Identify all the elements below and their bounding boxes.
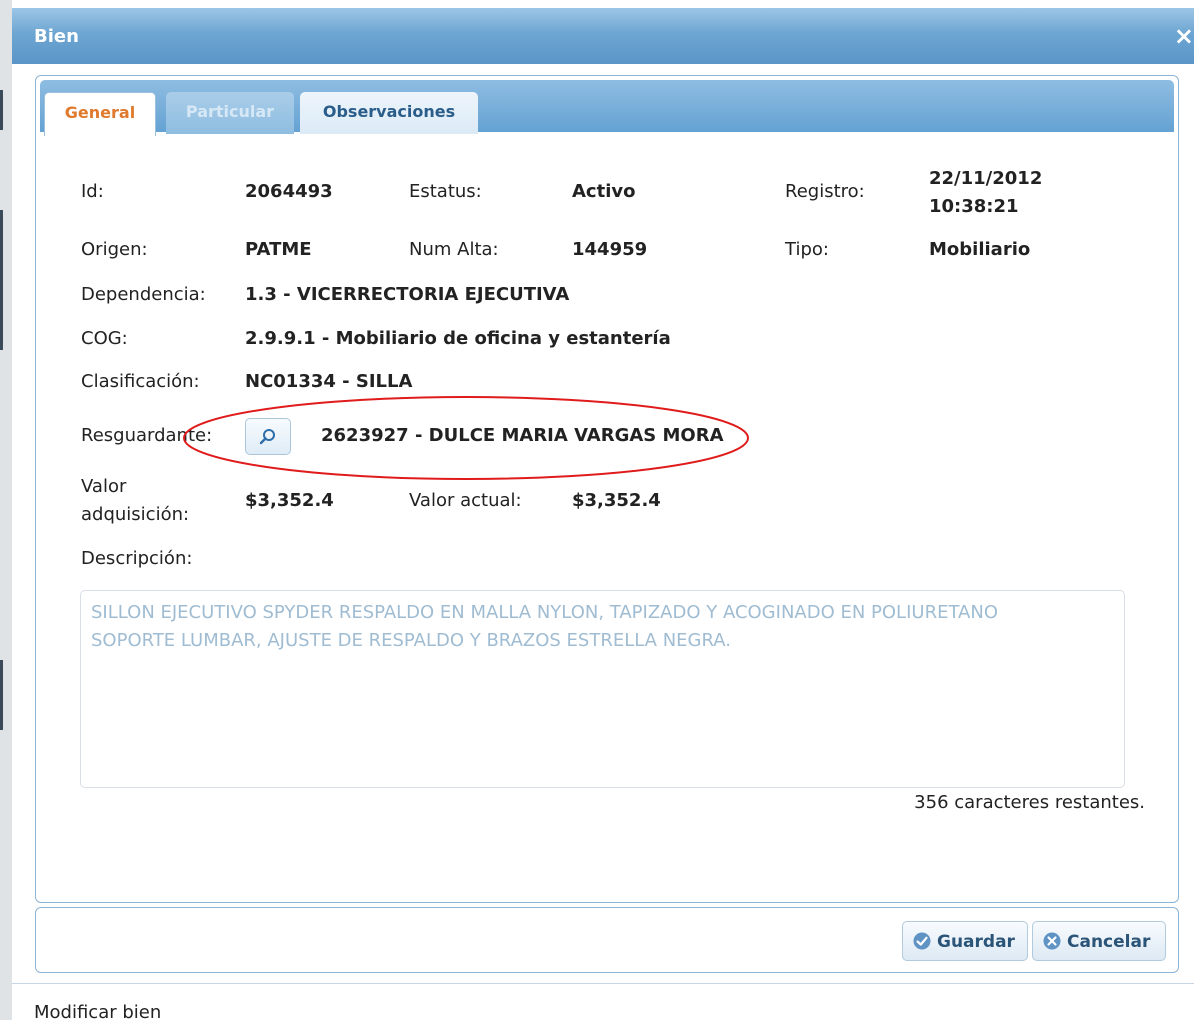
clasificacion-label: Clasificación: <box>81 371 200 392</box>
cog-label: COG: <box>81 328 128 349</box>
registro-label: Registro: <box>785 181 865 202</box>
descripcion-line-2: SOPORTE LUMBAR, AJUSTE DE RESPALDO Y BRA… <box>91 630 731 651</box>
background-mark <box>0 660 3 730</box>
descripcion-textarea[interactable]: SILLON EJECUTIVO SPYDER RESPALDO EN MALL… <box>80 590 1125 788</box>
estatus-label: Estatus: <box>409 181 482 202</box>
annotation-ellipse <box>183 396 749 480</box>
dependencia-label: Dependencia: <box>81 284 206 305</box>
id-label: Id: <box>81 181 104 202</box>
cancel-button[interactable]: Cancelar <box>1032 921 1166 961</box>
dialog-titlebar[interactable]: Bien × <box>12 8 1194 64</box>
close-icon[interactable]: × <box>1174 22 1194 50</box>
descripcion-line-1: SILLON EJECUTIVO SPYDER RESPALDO EN MALL… <box>91 602 998 623</box>
valor-adquisicion-value: $3,352.4 <box>245 490 334 511</box>
save-button-label: Guardar <box>937 932 1015 952</box>
tab-observaciones[interactable]: Observaciones <box>300 92 478 134</box>
estatus-value: Activo <box>572 181 636 202</box>
button-panel: Guardar Cancelar <box>35 907 1179 973</box>
cancel-icon <box>1043 932 1061 950</box>
clasificacion-value: NC01334 - SILLA <box>245 371 413 392</box>
cog-value: 2.9.9.1 - Mobiliario de oficina y estant… <box>245 328 671 349</box>
cancel-button-label: Cancelar <box>1067 932 1151 952</box>
background-mark <box>0 90 3 130</box>
tab-bar: General Particular Observaciones <box>40 80 1174 136</box>
dialog-title: Bien <box>34 26 79 47</box>
save-button[interactable]: Guardar <box>902 921 1028 961</box>
background-window-edge <box>0 0 12 1020</box>
descripcion-label: Descripción: <box>81 548 193 569</box>
tipo-label: Tipo: <box>785 239 829 260</box>
status-bar: Modificar bien <box>12 983 1194 1023</box>
num-alta-label: Num Alta: <box>409 239 499 260</box>
valor-adquisicion-label-line1: Valor <box>81 476 127 497</box>
remaining-characters: 356 caracteres restantes. <box>914 792 1145 813</box>
registro-date: 22/11/2012 <box>929 168 1043 189</box>
valor-actual-label: Valor actual: <box>409 490 522 511</box>
valor-adquisicion-label-line2: adquisición: <box>81 504 190 525</box>
tab-general[interactable]: General <box>44 92 156 136</box>
registro-time: 10:38:21 <box>929 196 1019 217</box>
tipo-value: Mobiliario <box>929 239 1031 260</box>
num-alta-value: 144959 <box>572 239 648 260</box>
origen-value: PATME <box>245 239 312 260</box>
origen-label: Origen: <box>81 239 148 260</box>
id-value: 2064493 <box>245 181 333 202</box>
dependencia-value: 1.3 - VICERRECTORIA EJECUTIVA <box>245 284 570 305</box>
check-icon <box>913 932 931 950</box>
tab-particular[interactable]: Particular <box>166 92 294 134</box>
background-mark <box>0 210 3 350</box>
valor-actual-value: $3,352.4 <box>572 490 661 511</box>
